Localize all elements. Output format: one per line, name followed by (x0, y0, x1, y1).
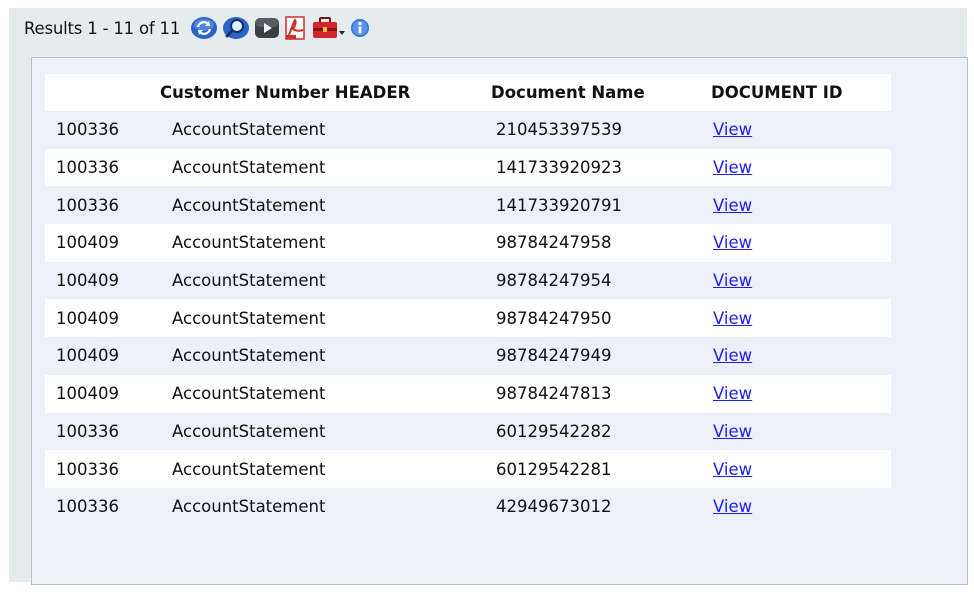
view-link[interactable]: View (713, 384, 752, 403)
view-link[interactable]: View (713, 233, 752, 252)
document-id-cell: 98784247949 (490, 337, 701, 375)
view-link[interactable]: View (713, 309, 752, 328)
toolbox-icon[interactable] (312, 15, 346, 41)
document-name-cell: AccountStatement (152, 337, 490, 375)
document-name-cell: AccountStatement (152, 299, 490, 338)
view-link[interactable]: View (713, 120, 752, 139)
customer-number-cell: 100336 (45, 450, 152, 488)
document-id-cell: 210453397539 (490, 111, 701, 149)
view-link[interactable]: View (713, 346, 752, 365)
view-link[interactable]: View (713, 460, 752, 479)
document-name-cell: AccountStatement (152, 487, 490, 526)
customer-number-cell: 100336 (45, 111, 152, 149)
document-name-cell: AccountStatement (152, 261, 490, 300)
table-row: 100336 AccountStatement 60129542282 View (45, 412, 891, 451)
table-row: 100336 AccountStatement 42949673012 View (45, 487, 891, 526)
table-header-row: Customer Number HEADER Document Name DOC… (45, 74, 891, 111)
customer-number-cell: 100336 (45, 412, 152, 451)
document-name-cell: AccountStatement (152, 186, 490, 225)
customer-number-cell: 100409 (45, 374, 152, 413)
table-row: 100336 AccountStatement 141733920923 Vie… (45, 148, 891, 187)
customer-number-cell: 100409 (45, 261, 152, 300)
column-header-blank (45, 74, 152, 111)
results-panel: Customer Number HEADER Document Name DOC… (31, 57, 968, 585)
results-toolbar: Results 1 - 11 of 11 (24, 14, 374, 42)
search-icon[interactable] (222, 16, 250, 40)
table-row: 100409 AccountStatement 98784247958 View (45, 224, 891, 262)
table-row: 100409 AccountStatement 98784247954 View (45, 261, 891, 300)
refresh-icon[interactable] (190, 16, 218, 40)
results-count: Results 1 - 11 of 11 (24, 18, 181, 38)
customer-number-cell: 100336 (45, 487, 152, 526)
table-row: 100336 AccountStatement 141733920791 Vie… (45, 186, 891, 225)
document-id-cell: 98784247950 (490, 299, 701, 338)
document-id-cell: 60129542281 (490, 450, 701, 488)
table-row: 100336 AccountStatement 210453397539 Vie… (45, 111, 891, 149)
document-name-cell: AccountStatement (152, 224, 490, 262)
document-id-cell: 98784247813 (490, 374, 701, 413)
column-header-document-id: DOCUMENT ID (701, 74, 891, 111)
document-name-cell: AccountStatement (152, 148, 490, 187)
view-link[interactable]: View (713, 196, 752, 215)
document-id-cell: 42949673012 (490, 487, 701, 526)
table-row: 100409 AccountStatement 98784247949 View (45, 337, 891, 375)
document-name-cell: AccountStatement (152, 450, 490, 488)
column-header-customer-number: Customer Number HEADER (152, 74, 490, 111)
table-row: 100409 AccountStatement 98784247813 View (45, 374, 891, 413)
results-table: Customer Number HEADER Document Name DOC… (45, 74, 891, 526)
customer-number-cell: 100409 (45, 299, 152, 338)
pdf-icon[interactable] (284, 15, 308, 41)
column-header-document-name: Document Name (490, 74, 701, 111)
document-id-cell: 60129542282 (490, 412, 701, 451)
document-name-cell: AccountStatement (152, 111, 490, 149)
info-icon[interactable] (350, 18, 370, 38)
document-id-cell: 141733920923 (490, 148, 701, 187)
table-row: 100336 AccountStatement 60129542281 View (45, 450, 891, 488)
document-id-cell: 141733920791 (490, 186, 701, 225)
view-link[interactable]: View (713, 271, 752, 290)
view-link[interactable]: View (713, 497, 752, 516)
view-link[interactable]: View (713, 158, 752, 177)
customer-number-cell: 100336 (45, 148, 152, 187)
view-link[interactable]: View (713, 422, 752, 441)
document-name-cell: AccountStatement (152, 412, 490, 451)
customer-number-cell: 100409 (45, 224, 152, 262)
document-name-cell: AccountStatement (152, 374, 490, 413)
document-id-cell: 98784247954 (490, 261, 701, 300)
customer-number-cell: 100336 (45, 186, 152, 225)
document-id-cell: 98784247958 (490, 224, 701, 262)
customer-number-cell: 100409 (45, 337, 152, 375)
table-row: 100409 AccountStatement 98784247950 View (45, 299, 891, 338)
play-icon[interactable] (254, 16, 280, 40)
